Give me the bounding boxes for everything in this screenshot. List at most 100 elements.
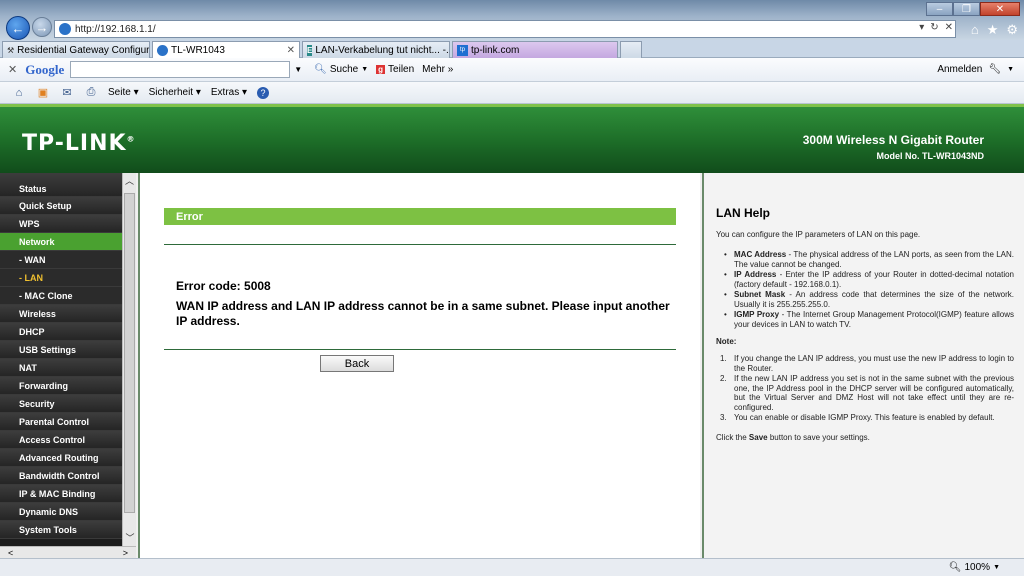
router-menu: Status Quick Setup WPS Network - WAN - L… [0, 173, 122, 546]
tab-lan-verkabelung[interactable]: E LAN-Verkabelung tut nicht... -... [302, 41, 450, 58]
scroll-up-icon[interactable]: ︿ [123, 173, 136, 187]
menu-quick-setup[interactable]: Quick Setup [0, 197, 122, 215]
google-more-button[interactable]: Mehr » [422, 64, 453, 75]
menu-wps[interactable]: WPS [0, 215, 122, 233]
menu-wireless[interactable]: Wireless [0, 305, 122, 323]
help-intro: You can configure the IP parameters of L… [716, 230, 921, 239]
scroll-right-icon[interactable]: > [123, 548, 128, 558]
menu-lan[interactable]: - LAN [0, 269, 122, 287]
dropdown-arrow-icon[interactable]: ▼ [294, 65, 302, 74]
address-bar[interactable]: http://192.168.1.1/ ▾ ↻ ✕ [54, 20, 956, 38]
menu-parental-control[interactable]: Parental Control [0, 413, 122, 431]
status-bar: 🔍︎ 100% ▼ [0, 558, 1024, 576]
close-toolbar-icon[interactable]: ✕ [8, 63, 17, 76]
page-menu[interactable]: Seite ▾ [108, 87, 139, 98]
menu-nat[interactable]: NAT [0, 359, 122, 377]
help-icon[interactable]: ? [257, 86, 270, 99]
back-arrow-icon[interactable]: ← [6, 16, 30, 40]
tab-tl-wr1043[interactable]: TL-WR1043 ✕ [152, 41, 300, 58]
tab-label: tp-link.com [471, 44, 520, 56]
tab-tp-link-com[interactable]: tp tp-link.com [452, 41, 618, 58]
favorites-star-icon[interactable]: ★ [987, 22, 999, 38]
tools-gear-icon[interactable]: ⚙ [1006, 22, 1018, 38]
menu-access-control[interactable]: Access Control [0, 431, 122, 449]
signin-link[interactable]: Anmelden [937, 64, 982, 75]
help-note: If you change the LAN IP address, you mu… [720, 354, 1014, 373]
menu-dhcp[interactable]: DHCP [0, 323, 122, 341]
search-icon: 🔍︎ [314, 64, 327, 75]
help-panel: LAN Help You can configure the IP parame… [702, 173, 1024, 558]
menu-ip-mac-binding[interactable]: IP & MAC Binding [0, 485, 122, 503]
ie-page-icon [59, 23, 71, 35]
divider [164, 349, 676, 350]
help-items: MAC Address - The physical address of th… [716, 250, 1014, 329]
signin-area: Anmelden 🔧︎ ▼ [937, 64, 1014, 75]
tools-menu[interactable]: Extras ▾ [211, 87, 247, 98]
menu-network[interactable]: Network [0, 233, 122, 251]
menu-advanced-routing[interactable]: Advanced Routing [0, 449, 122, 467]
main-content: Error Error code: 5008 WAN IP address an… [138, 173, 700, 558]
dropdown-arrow-icon[interactable]: ▼ [1007, 66, 1014, 73]
dropdown-arrow-icon[interactable]: ▼ [993, 564, 1000, 571]
google-share-button[interactable]: g Teilen [376, 64, 414, 75]
home-icon[interactable]: ⌂ [971, 22, 979, 38]
product-name: 300M Wireless N Gigabit Router [802, 133, 984, 147]
tp-link-logo: TP-LINK® [22, 131, 136, 156]
router-header: TP-LINK® 300M Wireless N Gigabit Router … [0, 104, 1024, 173]
help-note-label: Note: [716, 337, 737, 346]
menu-bandwidth-control[interactable]: Bandwidth Control [0, 467, 122, 485]
google-logo: Google [25, 61, 65, 77]
tab-close-icon[interactable]: ✕ [283, 45, 295, 56]
forward-arrow-icon[interactable]: → [32, 17, 52, 37]
menu-horizontal-scrollbar[interactable]: < > [0, 546, 136, 558]
share-icon: g [376, 65, 386, 74]
google-search-input[interactable] [70, 61, 291, 78]
menu-usb-settings[interactable]: USB Settings [0, 341, 122, 359]
e-tab-icon: E [307, 44, 313, 56]
menu-vertical-scrollbar[interactable]: ︿ ﹀ [122, 173, 136, 546]
tab-label: LAN-Verkabelung tut nicht... -... [315, 44, 450, 56]
google-toolbar: ✕ Google ▼ 🔍︎ Suche ▼ g Teilen Mehr » An… [0, 58, 1024, 82]
help-notes: If you change the LAN IP address, you mu… [716, 354, 1014, 423]
menu-security[interactable]: Security [0, 395, 122, 413]
safety-menu[interactable]: Sicherheit ▾ [149, 87, 201, 98]
divider [164, 244, 676, 245]
back-button[interactable]: Back [320, 355, 394, 372]
browser-titlebar: – ❐ ✕ ← → http://192.168.1.1/ ▾ ↻ ✕ ⌂ ★ … [0, 0, 1024, 40]
scroll-down-icon[interactable]: ﹀ [123, 530, 137, 544]
close-icon[interactable]: ✕ [980, 2, 1020, 16]
help-note: You can enable or disable IGMP Proxy. Th… [720, 413, 1014, 423]
help-item: MAC Address - The physical address of th… [724, 250, 1014, 269]
wrench-icon[interactable]: 🔧︎ [988, 64, 1001, 75]
browser-right-icons: ⌂ ★ ⚙ [971, 22, 1018, 38]
menu-dynamic-dns[interactable]: Dynamic DNS [0, 503, 122, 521]
minimize-icon[interactable]: – [926, 2, 953, 16]
help-item: IGMP Proxy - The Internet Group Manageme… [724, 310, 1014, 329]
restore-icon[interactable]: ❐ [953, 2, 980, 16]
mail-icon[interactable]: ✉ [60, 87, 74, 99]
help-item: IP Address - Enter the IP address of you… [724, 270, 1014, 289]
menu-status[interactable]: Status [0, 173, 122, 197]
print-icon[interactable]: ⎙ [84, 86, 98, 99]
menu-forwarding[interactable]: Forwarding [0, 377, 122, 395]
stop-icon[interactable]: ✕ [945, 22, 953, 33]
help-note: If the new LAN IP address you set is not… [720, 374, 1014, 412]
error-code: Error code: 5008 [176, 279, 271, 293]
new-tab-button[interactable] [620, 41, 642, 58]
zoom-level: 100% [964, 562, 991, 573]
refresh-icon[interactable]: ↻ [930, 22, 938, 33]
menu-wan[interactable]: - WAN [0, 251, 122, 269]
scrollbar-thumb[interactable] [124, 193, 135, 513]
scroll-left-icon[interactable]: < [8, 548, 13, 558]
menu-mac-clone[interactable]: - MAC Clone [0, 287, 122, 305]
address-text[interactable]: http://192.168.1.1/ [75, 24, 156, 35]
dropdown-arrow-icon[interactable]: ▾ [919, 22, 924, 33]
model-number: Model No. TL-WR1043ND [876, 151, 984, 161]
google-search-button[interactable]: 🔍︎ Suche ▼ [314, 64, 368, 75]
home-icon[interactable]: ⌂ [12, 87, 26, 99]
zoom-control[interactable]: 🔍︎ 100% ▼ [949, 562, 1000, 573]
feeds-icon[interactable]: ▣ [36, 87, 50, 99]
tab-residential-gateway[interactable]: ⚒ Residential Gateway Configura... [2, 41, 150, 58]
tab-label: TL-WR1043 [171, 44, 225, 56]
menu-system-tools[interactable]: System Tools [0, 521, 122, 539]
